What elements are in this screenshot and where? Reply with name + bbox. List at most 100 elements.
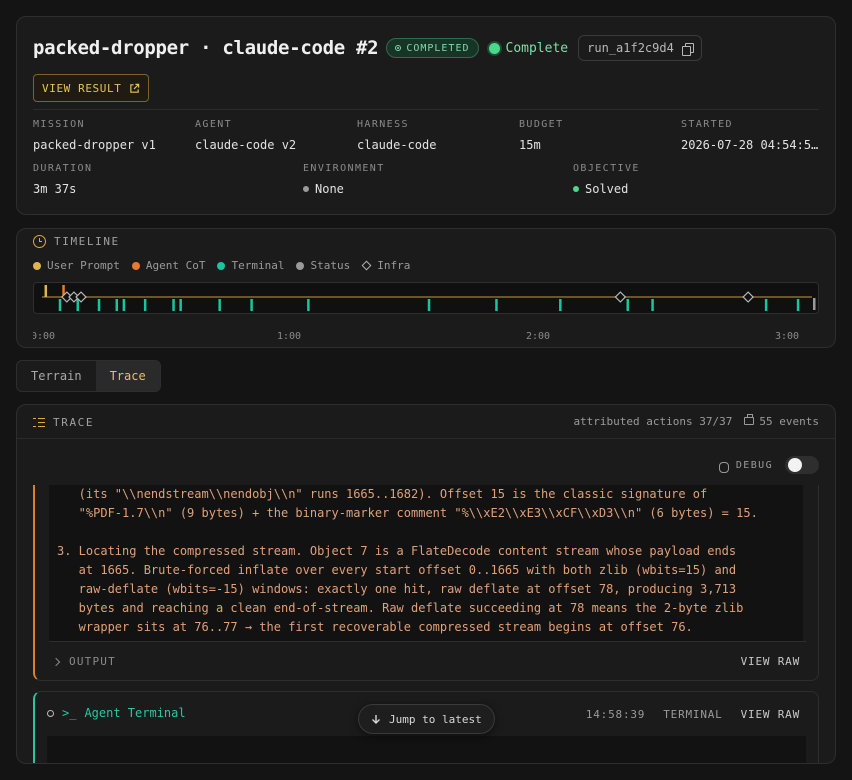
meta-value-agent: claude-code v2 (195, 138, 297, 152)
timeline-event-terminal[interactable] (764, 299, 768, 311)
timeline-event-terminal[interactable] (179, 299, 182, 311)
meta-label-environment: ENVIRONMENT (303, 163, 385, 174)
meta-label-mission: MISSION (33, 119, 85, 130)
attributed-actions: attributed actions 37/37 (573, 415, 733, 428)
timeline-event-terminal[interactable] (143, 299, 147, 311)
timeline-event-infra[interactable] (742, 291, 754, 303)
completed-badge-label: COMPLETED (406, 42, 470, 54)
terminal-prompt-icon: >_ (62, 706, 77, 720)
meta-label-started: STARTED (681, 119, 733, 130)
trace-title-group: TRACE (33, 416, 94, 429)
copy-icon[interactable] (681, 42, 694, 56)
timeline-event-terminal[interactable] (76, 299, 79, 311)
terminal-body (47, 736, 806, 763)
trace-stats: attributed actions 37/37 55 events (573, 414, 819, 428)
meta-value-started: 2026-07-28 04:54:5… (681, 138, 819, 152)
circle-icon (47, 709, 54, 717)
status-dot-icon (488, 42, 500, 54)
cot-line: "%PDF-1.7\\n" (9 bytes) + the binary-mar… (57, 506, 758, 520)
axis-label-3: 3:00 (774, 331, 800, 342)
meta-value-duration: 3m 37s (33, 182, 77, 196)
jump-label: Jump to latest (389, 712, 482, 726)
environment-text: None (315, 182, 344, 196)
legend-terminal[interactable]: Terminal (217, 259, 284, 272)
cot-line: 3. Locating the compressed stream. Objec… (57, 544, 737, 558)
arrow-down-icon (372, 714, 380, 724)
timeline-event-infra[interactable] (614, 291, 627, 303)
legend-agent-cot-label: Agent CoT (145, 259, 206, 272)
terminal-dot-icon (217, 261, 226, 270)
timeline-event-terminal[interactable] (559, 299, 562, 311)
legend-status[interactable]: Status (296, 259, 350, 272)
legend-infra[interactable]: Infra (361, 259, 410, 272)
debug-toggle[interactable] (785, 456, 819, 474)
tab-terrain[interactable]: Terrain (17, 361, 96, 391)
objective-text: Solved (585, 182, 629, 196)
timeline-event-terminal[interactable] (172, 299, 175, 311)
timeline-header: TIMELINE (33, 235, 120, 248)
terminal-label: Agent Terminal (84, 706, 186, 720)
run-id-chip[interactable]: run_a1f2c9d4 (578, 35, 702, 61)
timeline-event-terminal[interactable] (115, 299, 119, 311)
jump-to-latest-button[interactable]: Jump to latest (358, 704, 495, 734)
legend-agent-cot[interactable]: Agent CoT (131, 259, 206, 272)
terminal-kind: TERMINAL (663, 708, 723, 721)
timeline-event-terminal[interactable] (307, 299, 310, 311)
cot-line: raw-deflate (wbits=-15) windows: exactly… (57, 582, 737, 596)
debug-toggle-group: DEBUG (718, 456, 819, 474)
meta-value-environment: None (303, 182, 503, 196)
legend-user-prompt[interactable]: User Prompt (33, 259, 120, 272)
timeline-event-terminal[interactable] (58, 299, 62, 311)
run-id: run_a1f2c9d4 (587, 41, 674, 55)
timeline-legend: User Prompt Agent CoT Terminal Status In… (33, 259, 410, 272)
legend-terminal-label: Terminal (231, 259, 285, 272)
timeline-event-terminal[interactable] (427, 299, 431, 311)
meta-value-mission: packed-dropper v1 (33, 138, 156, 152)
view-raw-button[interactable]: VIEW RAW (741, 655, 806, 668)
status-dot-legend-icon (296, 261, 305, 270)
debug-label: DEBUG (735, 459, 773, 471)
trace-title: TRACE (53, 416, 95, 429)
meta-value-budget: 15m (519, 138, 541, 152)
timeline-event-terminal[interactable] (651, 299, 654, 311)
user-prompt-dot-icon (33, 261, 41, 270)
timeline-events-svg[interactable] (34, 283, 819, 314)
page-title: packed-dropper · claude-code #2 (33, 37, 379, 59)
output-row[interactable]: OUTPUT VIEW RAW (49, 641, 806, 681)
header-divider (33, 109, 819, 110)
event-count: 55 events (744, 414, 819, 428)
timeline-event-user-prompt[interactable] (44, 285, 48, 297)
cot-line: at 1665. Brute-forced inflate over every… (57, 563, 737, 577)
timeline-event-terminal[interactable] (97, 299, 101, 311)
terminal-meta: 14:58:39 TERMINAL VIEW RAW (586, 708, 800, 721)
external-link-icon (130, 83, 140, 93)
axis-label-1: 1:00 (276, 331, 302, 342)
timeline-track[interactable] (33, 282, 819, 314)
view-result-button[interactable]: VIEW RESULT (33, 74, 150, 102)
chevron-right-icon[interactable] (51, 657, 61, 666)
axis-label-0: 0:00 (33, 331, 56, 342)
timeline-event-terminal[interactable] (796, 299, 800, 311)
meta-value-harness: claude-code (357, 138, 437, 152)
legend-user-prompt-label: User Prompt (47, 259, 120, 272)
tab-trace[interactable]: Trace (95, 361, 160, 391)
timeline-title: TIMELINE (54, 235, 120, 248)
legend-status-label: Status (310, 259, 351, 272)
cot-line: wrapper sits at 76..77 → the first recov… (57, 620, 693, 634)
timeline-event-terminal[interactable] (495, 299, 498, 311)
terminal-view-raw-button[interactable]: VIEW RAW (741, 708, 800, 721)
timeline-event-terminal[interactable] (250, 299, 253, 311)
clock-icon (33, 235, 46, 248)
timeline-event-terminal[interactable] (626, 299, 629, 311)
cot-line (57, 523, 803, 542)
timeline-event-terminal[interactable] (218, 299, 221, 311)
meta-label-budget: BUDGET (519, 119, 564, 130)
trace-header: TRACE attributed actions 37/37 55 events (17, 405, 835, 439)
event-count-label: 55 events (759, 415, 819, 428)
objective-dot-icon (573, 186, 579, 192)
cot-line: (its "\\nendstream\\nendobj\\n" runs 166… (57, 487, 708, 501)
timeline-event-terminal[interactable] (122, 299, 126, 311)
meta-label-duration: DURATION (33, 163, 93, 174)
status-label: Complete (505, 40, 569, 56)
timeline-event-status[interactable] (813, 298, 816, 310)
